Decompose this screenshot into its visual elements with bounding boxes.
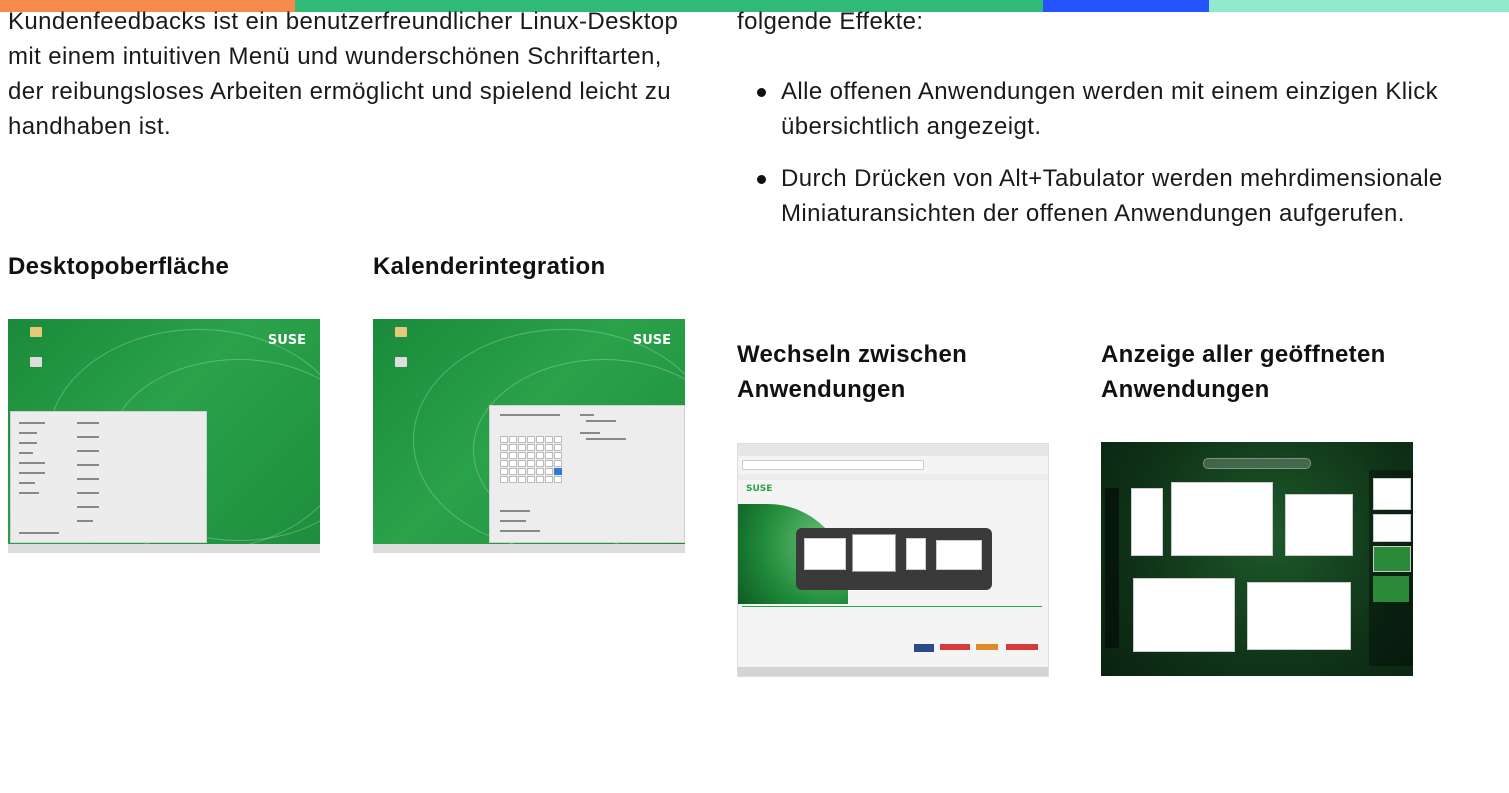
intro-paragraph: Kundenfeedbacks ist ein benutzerfreundli…	[8, 8, 679, 140]
suse-logo: SUSE	[632, 333, 671, 348]
menu-line	[77, 520, 93, 522]
switcher-window	[906, 538, 926, 570]
feature-title-calendar: Kalenderintegration	[373, 253, 606, 280]
menu-line	[19, 532, 59, 534]
partner-logo	[940, 644, 970, 650]
overview-window	[1171, 482, 1273, 556]
effects-list: Alle offenen Anwendungen werden mit eine…	[737, 74, 1509, 248]
menu-line	[77, 464, 99, 466]
menu-line	[19, 432, 37, 434]
browser-urlbar	[742, 460, 924, 470]
list-item: Durch Drücken von Alt+Tabulator werden m…	[757, 161, 1509, 231]
feature-title-switcher: Wechseln zwischen Anwendungen	[737, 341, 968, 403]
menu-line	[19, 472, 45, 474]
workspace-thumb	[1373, 576, 1409, 602]
bookmarks-bar	[738, 474, 1048, 480]
calendar-line	[500, 530, 540, 532]
menu-line	[77, 436, 99, 438]
list-item: Alle offenen Anwendungen werden mit eine…	[757, 74, 1509, 144]
menu-line	[19, 422, 45, 424]
partner-logo	[1006, 644, 1038, 650]
overview-screenshot[interactable]	[1101, 442, 1413, 676]
calendar-line	[586, 420, 616, 422]
menu-line	[19, 462, 45, 464]
overview-window	[1285, 494, 1353, 556]
feature-title-desktop: Desktopoberfläche	[8, 253, 230, 280]
workspace-thumb	[1373, 478, 1411, 510]
menu-line	[19, 452, 33, 454]
menu-line	[19, 482, 35, 484]
app-switcher-screenshot[interactable]: SUSE	[737, 443, 1049, 677]
folder-icon	[395, 327, 407, 337]
applications-menu	[10, 411, 207, 543]
switcher-window	[936, 540, 982, 570]
suse-logo: SUSE	[267, 333, 306, 348]
menu-line	[77, 506, 99, 508]
overview-window	[1131, 488, 1163, 556]
workspace-thumb	[1373, 514, 1411, 542]
workspace-thumb	[1373, 546, 1411, 572]
divider	[742, 606, 1042, 607]
partner-logo	[914, 644, 934, 652]
calendar-line	[586, 438, 626, 440]
calendar-line	[580, 414, 594, 416]
calendar-date-line	[500, 414, 560, 416]
switcher-window	[804, 538, 846, 570]
calendar-line	[500, 510, 530, 512]
menu-line	[19, 492, 39, 494]
calendar-grid	[500, 436, 562, 483]
menu-line	[77, 478, 99, 480]
partner-logo	[976, 644, 998, 650]
dash-sidebar	[1105, 488, 1119, 648]
menu-line	[77, 450, 99, 452]
overview-window	[1133, 578, 1235, 652]
overview-window	[1247, 582, 1351, 650]
taskbar	[373, 544, 685, 553]
alt-tab-switcher	[796, 528, 992, 590]
workspace-column	[1369, 470, 1413, 666]
trash-icon	[30, 357, 42, 367]
feature-title-overview: Anzeige aller geöffneten Anwendungen	[1101, 341, 1386, 403]
browser-titlebar	[738, 444, 1048, 456]
menu-line	[77, 422, 99, 424]
trash-icon	[395, 357, 407, 367]
calendar-screenshot[interactable]: SUSE	[373, 319, 685, 553]
folder-icon	[30, 327, 42, 337]
desktop-menu-screenshot[interactable]: SUSE	[8, 319, 320, 553]
taskbar	[8, 544, 320, 553]
calendar-popup	[489, 405, 685, 543]
switcher-window	[852, 534, 896, 572]
search-field	[1203, 458, 1311, 469]
suse-logo: SUSE	[746, 484, 773, 494]
taskbar	[738, 667, 1048, 676]
calendar-line	[580, 432, 600, 434]
menu-line	[19, 442, 37, 444]
effects-intro: folgende Effekte:	[737, 8, 924, 35]
calendar-line	[500, 520, 526, 522]
menu-line	[77, 492, 99, 494]
